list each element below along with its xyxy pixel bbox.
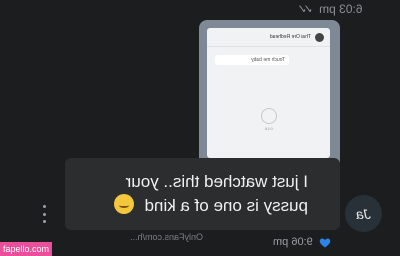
- chat-message-bubble[interactable]: I just watched this.. your pussy is one …: [65, 158, 340, 230]
- avatar-initials: Ja: [356, 205, 371, 222]
- watermark-text: OnlyFans.com/h...: [130, 232, 204, 242]
- media-preview-card[interactable]: Thai Ore Redhead Touch me baby 0:16: [199, 20, 340, 180]
- media-duration: 0:16: [265, 126, 273, 131]
- dot: [43, 205, 46, 208]
- message-time: 9:06 pm: [273, 236, 313, 248]
- user-avatar[interactable]: Ja: [345, 195, 382, 232]
- media-message-text: Touch me baby: [251, 57, 285, 63]
- dot: [43, 212, 46, 216]
- top-time: 6:03 pm: [318, 2, 362, 16]
- site-label-text: fapello.com: [3, 244, 50, 254]
- heart-icon[interactable]: [319, 237, 331, 248]
- chat-screen: 6:03 pm ✓✓ Thai Ore Redhead Touch me bab…: [0, 0, 400, 256]
- site-badge: fapello.com: [0, 242, 53, 256]
- media-thumbnail[interactable]: Thai Ore Redhead Touch me baby 0:16: [207, 28, 330, 158]
- dot: [43, 220, 46, 223]
- top-timestamp: 6:03 pm ✓✓: [301, 2, 362, 16]
- media-header-title: Thai Ore Redhead: [269, 34, 311, 40]
- play-icon[interactable]: [261, 108, 277, 124]
- media-header: Thai Ore Redhead: [207, 28, 330, 47]
- double-check-icon: ✓✓: [300, 2, 313, 16]
- message-text: I just watched this.. your pussy is one …: [125, 172, 308, 215]
- media-avatar: [315, 32, 324, 42]
- message-text-wrapper: I just watched this.. your pussy is one …: [108, 170, 308, 218]
- media-message-bubble: Touch me baby: [215, 55, 289, 65]
- drooling-face-icon: [113, 194, 134, 214]
- more-options-icon[interactable]: [43, 205, 47, 223]
